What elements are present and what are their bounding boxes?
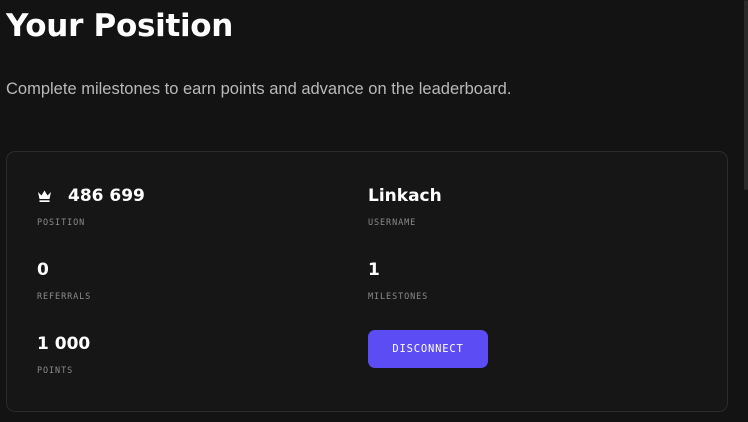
username-label: USERNAME <box>368 218 417 228</box>
points-value: 1 000 <box>37 334 91 354</box>
referrals-label: REFERRALS <box>37 292 92 302</box>
username-stat: Linkach USERNAME <box>368 185 442 229</box>
position-value: 486 699 <box>68 186 145 206</box>
username-value: Linkach <box>368 186 442 206</box>
points-label: POINTS <box>37 366 74 376</box>
position-page: Your Position Complete milestones to ear… <box>0 0 748 422</box>
position-stat: 486 699 POSITION <box>37 185 145 229</box>
page-title: Your Position <box>6 8 234 44</box>
milestones-label: MILESTONES <box>368 292 429 302</box>
scrollbar[interactable] <box>744 0 748 190</box>
position-card: 486 699 POSITION Linkach USERNAME 0 REFE… <box>6 151 728 412</box>
milestones-stat: 1 MILESTONES <box>368 259 428 303</box>
disconnect-button[interactable]: DISCONNECT <box>368 330 488 368</box>
referrals-value: 0 <box>37 260 49 280</box>
position-label: POSITION <box>37 218 86 228</box>
milestones-value: 1 <box>368 260 380 280</box>
page-subtitle: Complete milestones to earn points and a… <box>6 80 512 98</box>
crown-icon <box>38 190 51 202</box>
points-stat: 1 000 POINTS <box>37 333 90 377</box>
referrals-stat: 0 REFERRALS <box>37 259 91 303</box>
